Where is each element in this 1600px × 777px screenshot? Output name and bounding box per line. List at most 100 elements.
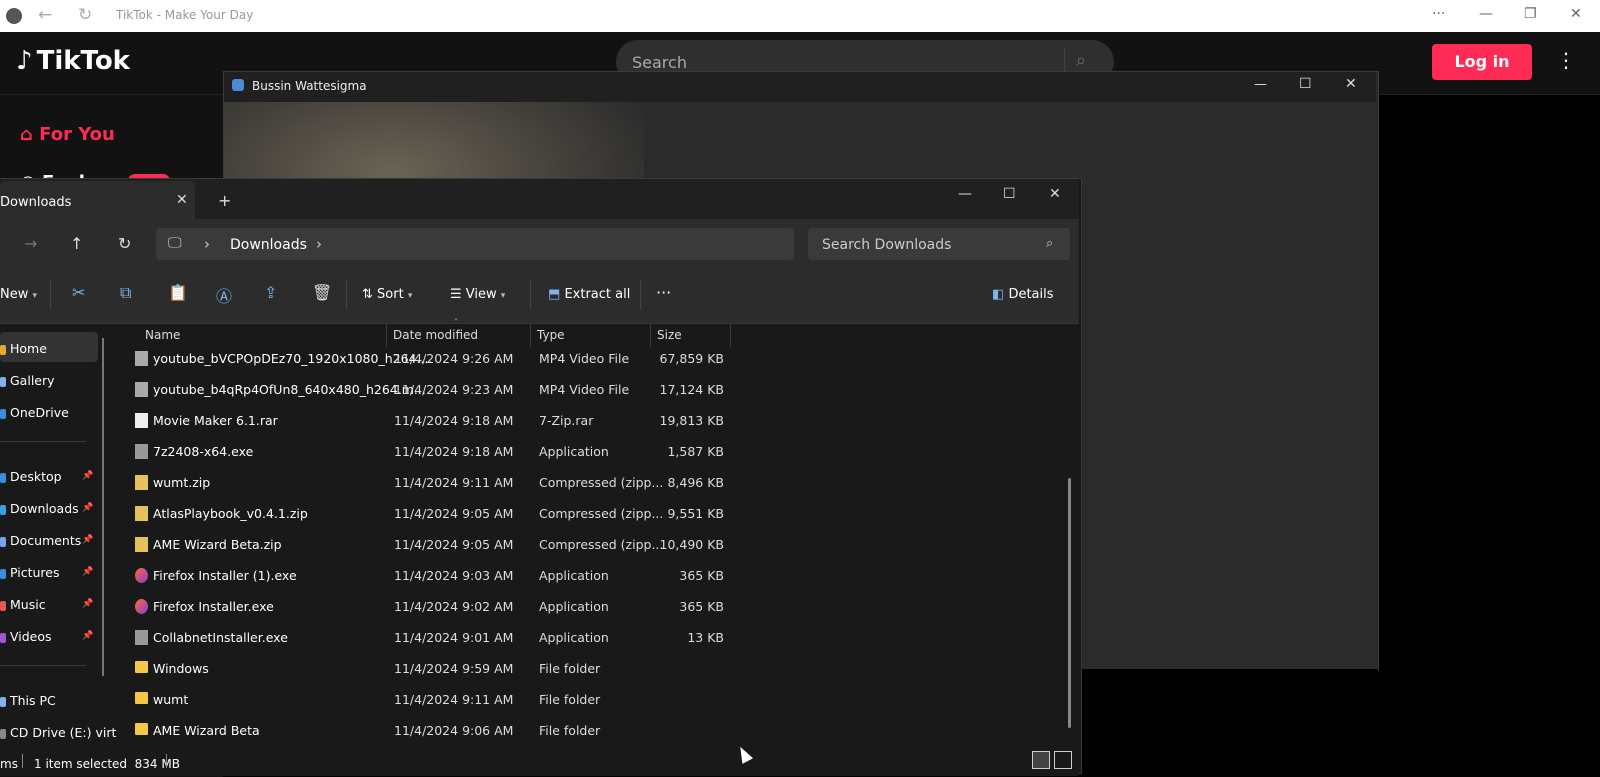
file-name: Firefox Installer (1).exe (153, 568, 297, 583)
file-type: Compressed (zipp... (539, 506, 664, 521)
pin-icon[interactable]: 📌 (82, 599, 93, 609)
nav-item-this-pc[interactable]: This PC (0, 691, 98, 713)
browser-close-button[interactable]: ✕ (1570, 6, 1582, 22)
file-type: File folder (539, 723, 601, 738)
tiktok-search-input[interactable]: Search (632, 53, 687, 72)
extract-all-button[interactable]: ⬒ Extract all (548, 287, 630, 302)
video-close-button[interactable]: ✕ (1345, 76, 1357, 92)
column-divider[interactable] (650, 323, 651, 347)
details-pane-icon: ◧ (992, 287, 1005, 302)
browser-more-button[interactable]: ··· (1432, 6, 1445, 22)
copy-icon[interactable]: ⧉ (120, 283, 131, 303)
file-type: File folder (539, 661, 601, 676)
nav-item-gallery[interactable]: Gallery (0, 371, 98, 393)
explorer-minimize-button[interactable]: — (958, 186, 972, 202)
reload-icon[interactable]: ↻ (78, 5, 92, 25)
login-button[interactable]: Log in (1432, 44, 1532, 80)
pin-icon[interactable]: 📌 (82, 503, 93, 513)
rename-icon[interactable]: Ⓐ (216, 283, 232, 307)
cut-icon[interactable]: ✂ (72, 283, 85, 302)
delete-icon[interactable]: 🗑 (312, 283, 332, 302)
tab-close-button[interactable]: ✕ (176, 192, 188, 208)
nav-item-home[interactable]: Home (0, 339, 98, 361)
file-size: 17,124 KB (659, 382, 724, 397)
column-divider[interactable] (386, 323, 387, 347)
more-options-button[interactable]: ··· (656, 283, 671, 302)
file-name: youtube_bVCPOpDEz70_1920x1080_h264.... (153, 351, 433, 366)
nav-item-desktop[interactable]: Desktop 📌 (0, 467, 98, 489)
search-downloads-input[interactable]: Search Downloads (822, 237, 951, 253)
view-button[interactable]: ☰ View ▾ (450, 287, 505, 302)
column-header-size[interactable]: Size (657, 328, 682, 342)
nav-item-documents[interactable]: Documents 📌 (0, 531, 98, 553)
back-arrow-icon[interactable]: ← (38, 5, 52, 25)
forward-button[interactable]: → (24, 234, 37, 253)
column-header-name[interactable]: Name (145, 328, 180, 342)
pin-icon[interactable]: 📌 (82, 631, 93, 641)
chevron-down-icon: ▾ (32, 291, 38, 301)
new-button[interactable]: New ▾ (0, 287, 37, 302)
column-header-date[interactable]: Date modified (393, 328, 478, 342)
share-icon[interactable]: ⇪ (264, 283, 277, 302)
new-tab-button[interactable]: + (218, 191, 231, 210)
file-name: Firefox Installer.exe (153, 599, 274, 614)
sidebar-item-label: For You (39, 124, 115, 145)
video-minimize-button[interactable]: — (1254, 77, 1267, 92)
file-size: 13 KB (687, 630, 724, 645)
more-menu-icon[interactable]: ⋮ (1556, 48, 1576, 72)
details-button[interactable]: ◧ Details (992, 287, 1054, 302)
pin-icon[interactable]: 📌 (82, 567, 93, 577)
search-icon[interactable]: ⌕ (1076, 50, 1086, 71)
column-header-type[interactable]: Type (537, 328, 565, 342)
nav-item-label: OneDrive (10, 405, 69, 420)
file-type: Compressed (zipp... (539, 537, 664, 552)
file-size: 365 KB (679, 568, 724, 583)
tiles-view-button[interactable] (1054, 751, 1072, 769)
file-name: AME Wizard Beta (153, 723, 260, 738)
file-list-scrollbar[interactable] (1068, 478, 1071, 728)
video-titlebar[interactable] (224, 72, 1376, 102)
nav-item-downloads[interactable]: Downloads 📌 (0, 499, 98, 521)
nav-item-music[interactable]: Music 📌 (0, 595, 98, 617)
folder-icon (0, 537, 6, 547)
breadcrumb-downloads[interactable]: Downloads (230, 237, 307, 253)
nav-item-videos[interactable]: Videos 📌 (0, 627, 98, 649)
column-divider[interactable] (530, 323, 531, 347)
folder-icon (0, 345, 6, 355)
search-icon[interactable]: ⌕ (1046, 236, 1053, 251)
video-file-icon (135, 382, 148, 397)
folder-icon (0, 377, 6, 387)
paste-icon[interactable]: 📋 (168, 283, 188, 302)
file-date-modified: 11/4/2024 9:23 AM (394, 382, 514, 397)
breadcrumb-separator[interactable]: › (316, 235, 322, 253)
sidebar-item-for-you[interactable]: ⌂ For You (20, 124, 115, 145)
details-view-button[interactable] (1032, 751, 1050, 769)
zip-folder-icon (135, 506, 148, 521)
column-divider[interactable] (730, 323, 731, 347)
browser-restore-button[interactable]: ❐ (1524, 6, 1537, 22)
folder-icon (0, 473, 6, 483)
nav-item-onedrive[interactable]: OneDrive (0, 403, 98, 425)
tiktok-logo[interactable]: ♪ TikTok (16, 46, 130, 76)
video-maximize-button[interactable]: ☐ (1299, 76, 1312, 92)
file-name: CollabnetInstaller.exe (153, 630, 288, 645)
sort-button[interactable]: ⇅ Sort ▾ (362, 287, 412, 302)
sort-label: Sort (377, 287, 404, 302)
nav-item-label: Music (10, 597, 46, 612)
file-size: 19,813 KB (659, 413, 724, 428)
pin-icon[interactable]: 📌 (82, 471, 93, 481)
explorer-maximize-button[interactable]: ☐ (1003, 186, 1016, 202)
refresh-button[interactable]: ↻ (118, 234, 131, 253)
explorer-close-button[interactable]: ✕ (1049, 186, 1061, 202)
folder-icon (0, 505, 6, 515)
video-file-icon (135, 351, 148, 366)
nav-item-pictures[interactable]: Pictures 📌 (0, 563, 98, 585)
pin-icon[interactable]: 📌 (82, 535, 93, 545)
nav-divider (0, 441, 86, 442)
sort-icon: ⇅ (362, 287, 373, 302)
nav-item-cd-drive-e-virt[interactable]: CD Drive (E:) virt (0, 723, 116, 745)
breadcrumb-separator[interactable]: › (204, 235, 210, 253)
browser-minimize-button[interactable]: — (1479, 6, 1493, 22)
nav-scrollbar[interactable] (102, 338, 104, 676)
up-button[interactable]: ↑ (70, 234, 83, 253)
